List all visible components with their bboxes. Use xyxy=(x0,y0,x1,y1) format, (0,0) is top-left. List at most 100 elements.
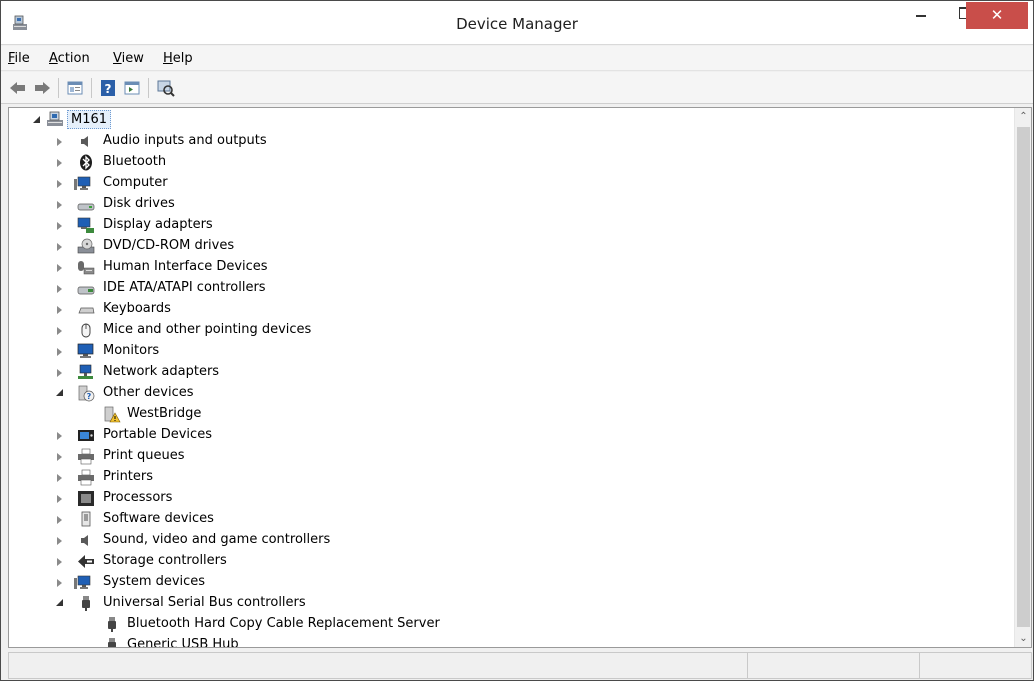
expand-arrow-icon[interactable] xyxy=(56,180,64,188)
expand-arrow-icon[interactable] xyxy=(56,369,64,377)
tree-item-monitors[interactable]: Monitors xyxy=(9,341,909,362)
tree-item-label: System devices xyxy=(103,574,206,589)
tree-item-label: Network adapters xyxy=(103,364,220,379)
menu-file[interactable]: File xyxy=(8,51,30,66)
tree-item-storage-controllers[interactable]: Storage controllers xyxy=(9,551,909,572)
tree-item-generic-usb-hub[interactable]: Generic USB Hub xyxy=(9,635,909,647)
status-cell-tertiary xyxy=(919,652,1032,679)
device-tree[interactable]: M161 Audio inputs and outputs Bluetooth xyxy=(9,108,1015,647)
tree-item-other-devices[interactable]: ? Other devices xyxy=(9,383,909,404)
expand-arrow-icon[interactable] xyxy=(56,327,64,335)
expand-arrow-icon[interactable] xyxy=(56,432,64,440)
back-icon[interactable] xyxy=(8,78,28,98)
scroll-down-button[interactable]: ⌄ xyxy=(1015,630,1031,647)
tree-item-keyboards[interactable]: Keyboards xyxy=(9,299,909,320)
tree-item-disk-drives[interactable]: Disk drives xyxy=(9,194,909,215)
scan-hardware-icon[interactable] xyxy=(155,78,175,98)
tree-item-westbridge[interactable]: WestBridge xyxy=(9,404,909,425)
title-bar[interactable]: Device Manager ✕ xyxy=(1,1,1033,45)
collapse-arrow-icon[interactable] xyxy=(56,389,64,397)
tree-item-label: IDE ATA/ATAPI controllers xyxy=(103,280,266,295)
tree-item-mice[interactable]: Mice and other pointing devices xyxy=(9,320,909,341)
expand-arrow-icon[interactable] xyxy=(56,348,64,356)
tree-item-human-interface-devices[interactable]: Human Interface Devices xyxy=(9,257,909,278)
usb-plug-icon xyxy=(108,638,116,647)
expand-arrow-icon[interactable] xyxy=(56,558,64,566)
tree-item-computer[interactable]: Computer xyxy=(9,173,909,194)
tree-item-display-adapters[interactable]: Display adapters xyxy=(9,215,909,236)
tree-item-label: Other devices xyxy=(103,385,194,400)
dvd-drive-icon xyxy=(77,238,95,254)
forward-icon[interactable] xyxy=(32,78,52,98)
menu-help[interactable]: Help xyxy=(163,51,193,66)
expand-arrow-icon[interactable] xyxy=(56,537,64,545)
tree-item-print-queues[interactable]: Print queues xyxy=(9,446,909,467)
tree-item-ide-controllers[interactable]: IDE ATA/ATAPI controllers xyxy=(9,278,909,299)
menu-view[interactable]: View xyxy=(113,51,144,66)
scroll-up-button[interactable]: ⌃ xyxy=(1015,108,1031,125)
tree-item-label: Disk drives xyxy=(103,196,175,211)
portable-device-icon xyxy=(78,430,94,441)
tree-item-sound-controllers[interactable]: Sound, video and game controllers xyxy=(9,530,909,551)
minimize-button[interactable] xyxy=(904,1,938,29)
tree-item-label: Sound, video and game controllers xyxy=(103,532,331,547)
expand-arrow-icon[interactable] xyxy=(56,243,64,251)
collapse-arrow-icon[interactable] xyxy=(33,116,41,124)
chevron-down-icon: ⌄ xyxy=(1019,633,1028,644)
tree-root-label: M161 xyxy=(67,110,112,129)
processor-icon xyxy=(78,491,94,506)
device-manager-window: Device Manager ✕ File Action View Help ?… xyxy=(0,0,1034,681)
toolbar: ? xyxy=(1,72,1033,104)
scrollbar-thumb[interactable] xyxy=(1017,127,1030,627)
tree-item-label: Computer xyxy=(103,175,168,190)
tree-item-software-devices[interactable]: Software devices xyxy=(9,509,909,530)
expand-arrow-icon[interactable] xyxy=(56,285,64,293)
expand-arrow-icon[interactable] xyxy=(56,579,64,587)
expand-arrow-icon[interactable] xyxy=(56,495,64,503)
expand-arrow-icon[interactable] xyxy=(56,159,64,167)
tree-item-dvd-drives[interactable]: DVD/CD-ROM drives xyxy=(9,236,909,257)
tree-item-label: Human Interface Devices xyxy=(103,259,268,274)
tree-item-label: Keyboards xyxy=(103,301,171,316)
expand-arrow-icon[interactable] xyxy=(56,201,64,209)
tree-item-usb-controllers[interactable]: Universal Serial Bus controllers xyxy=(9,593,909,614)
display-adapter-icon xyxy=(77,217,94,233)
tree-item-label: Processors xyxy=(103,490,173,505)
toolbar-separator xyxy=(58,78,59,98)
tree-item-printers[interactable]: Printers xyxy=(9,467,909,488)
action-pane-icon[interactable] xyxy=(122,78,142,98)
computer-icon xyxy=(74,176,91,190)
device-tree-pane[interactable]: M161 Audio inputs and outputs Bluetooth xyxy=(8,107,1032,648)
print-queue-icon xyxy=(78,448,94,465)
collapse-arrow-icon[interactable] xyxy=(56,599,64,607)
expand-arrow-icon[interactable] xyxy=(56,264,64,272)
tree-root[interactable]: M161 xyxy=(9,110,909,131)
expand-arrow-icon[interactable] xyxy=(56,306,64,314)
status-cell-main xyxy=(8,652,748,679)
tree-item-bluetooth[interactable]: Bluetooth xyxy=(9,152,909,173)
tree-item-audio-inputs[interactable]: Audio inputs and outputs xyxy=(9,131,909,152)
help-icon[interactable]: ? xyxy=(98,78,118,98)
expand-arrow-icon[interactable] xyxy=(56,474,64,482)
tree-item-label: DVD/CD-ROM drives xyxy=(103,238,235,253)
tree-item-label: Monitors xyxy=(103,343,160,358)
svg-text:?: ? xyxy=(105,82,112,96)
tree-item-label: WestBridge xyxy=(127,406,202,421)
usb-plug-icon xyxy=(108,617,116,632)
expand-arrow-icon[interactable] xyxy=(56,516,64,524)
tree-item-bluetooth-hcrp-server[interactable]: Bluetooth Hard Copy Cable Replacement Se… xyxy=(9,614,909,635)
expand-arrow-icon[interactable] xyxy=(56,222,64,230)
tree-item-network-adapters[interactable]: Network adapters xyxy=(9,362,909,383)
tree-item-portable-devices[interactable]: Portable Devices xyxy=(9,425,909,446)
expand-arrow-icon[interactable] xyxy=(56,138,64,146)
keyboard-icon xyxy=(78,307,95,314)
vertical-scrollbar[interactable]: ⌃ ⌄ xyxy=(1014,108,1031,647)
tree-item-system-devices[interactable]: System devices xyxy=(9,572,909,593)
hid-icon xyxy=(78,261,95,275)
menu-bar: File Action View Help xyxy=(1,46,1033,71)
properties-sheet-icon[interactable] xyxy=(65,78,85,98)
close-button[interactable]: ✕ xyxy=(966,2,1028,29)
menu-action[interactable]: Action xyxy=(49,51,90,66)
tree-item-processors[interactable]: Processors xyxy=(9,488,909,509)
expand-arrow-icon[interactable] xyxy=(56,453,64,461)
